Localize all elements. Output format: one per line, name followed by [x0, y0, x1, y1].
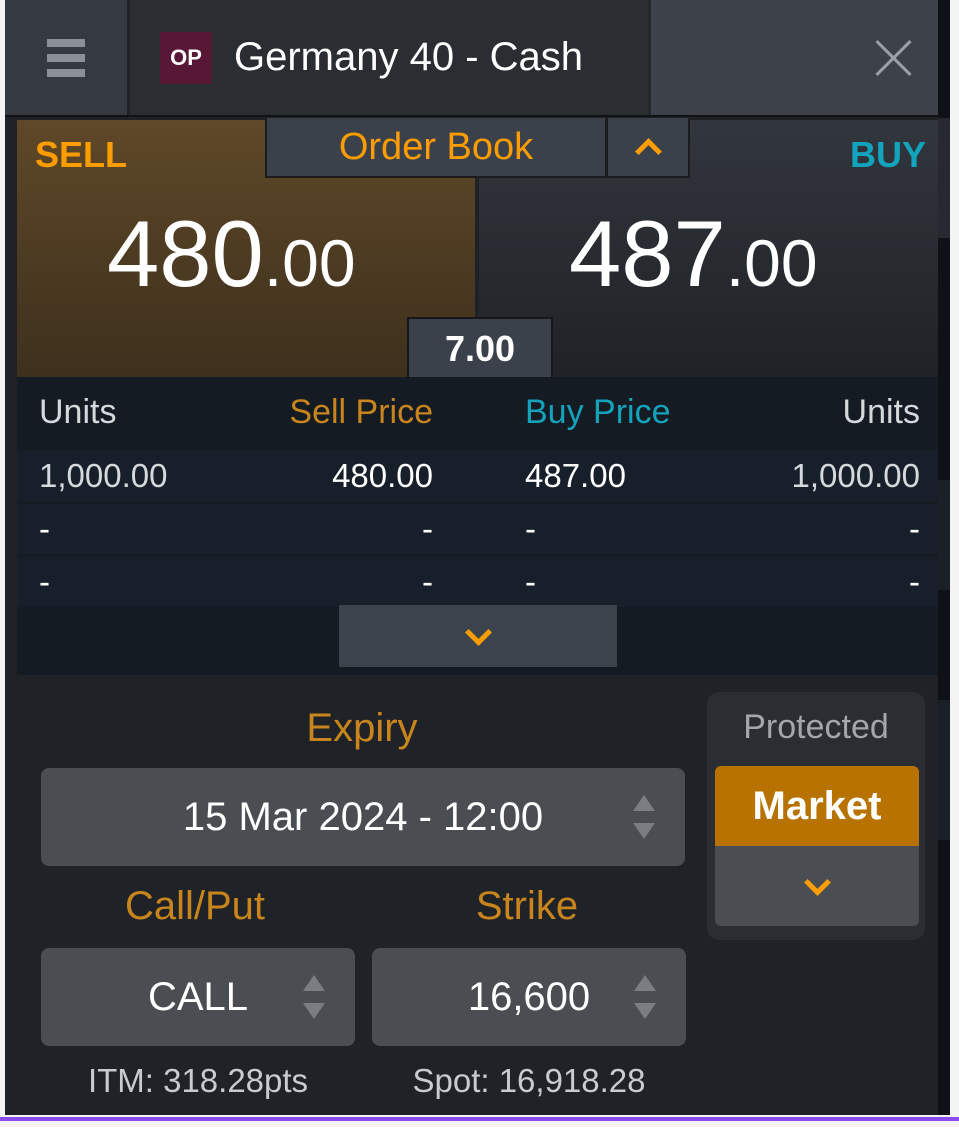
header-buy-units: Units: [842, 392, 920, 431]
arrow-up-icon[interactable]: [303, 975, 325, 991]
header-sell-price: Sell Price: [289, 392, 433, 431]
arrow-down-icon[interactable]: [633, 823, 655, 839]
header-right-area: [648, 0, 938, 115]
order-type-dropdown[interactable]: [715, 846, 919, 926]
instrument-title-tab: OP Germany 40 - Cash: [130, 0, 648, 115]
sell-price-cell: -: [422, 510, 433, 547]
buy-units-cell: -: [909, 563, 920, 600]
order-form: Expiry 15 Mar 2024 - 12:00 Call/Put Stri…: [17, 678, 938, 1115]
sell-label: SELL: [35, 134, 128, 175]
expiry-arrows[interactable]: [633, 795, 655, 839]
header-buy-price: Buy Price: [525, 392, 671, 431]
sell-price-cell: 480.00: [332, 457, 433, 494]
strike-value: 16,600: [467, 974, 591, 1019]
hamburger-menu-icon: [47, 38, 85, 77]
sell-units-cell: -: [39, 563, 50, 600]
table-row: - - - -: [17, 504, 938, 554]
table-row: - - - -: [17, 557, 938, 607]
market-order-button[interactable]: Market: [715, 766, 919, 846]
arrow-down-icon[interactable]: [634, 1003, 656, 1019]
order-book-expand-button[interactable]: [339, 605, 617, 667]
order-book-tab[interactable]: Order Book: [265, 118, 607, 178]
sell-price-integer: 480: [107, 201, 264, 306]
order-type-panel: Protected Market: [707, 692, 925, 940]
close-icon[interactable]: [873, 38, 913, 78]
protected-label: Protected: [743, 708, 889, 746]
bottom-accent-line: [0, 1117, 959, 1121]
order-book-collapse-button[interactable]: [606, 118, 690, 178]
table-row: 1,000.00 480.00 487.00 1,000.00: [17, 451, 938, 501]
expiry-value: 15 Mar 2024 - 12:00: [182, 794, 544, 839]
sell-price-cell: -: [422, 563, 433, 600]
sell-price-decimal: .00: [263, 226, 356, 300]
chevron-up-icon: [634, 137, 662, 165]
callput-stepper[interactable]: CALL: [41, 948, 355, 1046]
sell-units-cell: -: [39, 510, 50, 547]
arrow-down-icon[interactable]: [303, 1003, 325, 1019]
spot-info: Spot: 16,918.28: [412, 1062, 646, 1099]
itm-info: ITM: 318.28pts: [87, 1062, 309, 1099]
buy-price: 487.00: [569, 200, 818, 308]
background-window-edge: [938, 0, 950, 1115]
callput-value: CALL: [147, 974, 249, 1019]
buy-units-cell: 1,000.00: [791, 457, 920, 494]
callput-arrows[interactable]: [303, 975, 325, 1019]
arrow-up-icon[interactable]: [633, 795, 655, 811]
header-sell-units: Units: [39, 392, 117, 431]
expiry-label: Expiry: [306, 706, 418, 750]
strike-arrows[interactable]: [634, 975, 656, 1019]
buy-price-cell: -: [525, 510, 536, 547]
buy-units-cell: -: [909, 510, 920, 547]
expiry-stepper[interactable]: 15 Mar 2024 - 12:00: [41, 768, 685, 866]
buy-price-integer: 487: [569, 201, 726, 306]
menu-button[interactable]: [5, 0, 130, 115]
buy-price-decimal: .00: [725, 226, 818, 300]
spread-value: 7.00: [407, 317, 553, 379]
sell-units-cell: 1,000.00: [39, 457, 168, 494]
strike-label: Strike: [475, 884, 579, 928]
arrow-up-icon[interactable]: [634, 975, 656, 991]
deal-ticket-window: OP Germany 40 - Cash SELL 480.00 BUY 487…: [5, 0, 938, 1115]
buy-price-cell: 487.00: [525, 457, 626, 494]
sell-price: 480.00: [107, 200, 356, 308]
strike-stepper[interactable]: 16,600: [372, 948, 686, 1046]
ticket-header: OP Germany 40 - Cash: [5, 0, 938, 117]
instrument-title: Germany 40 - Cash: [234, 35, 584, 79]
order-book-header-row: Units Sell Price Buy Price Units: [17, 377, 938, 447]
order-book-table: Units Sell Price Buy Price Units 1,000.0…: [17, 377, 938, 675]
buy-price-cell: -: [525, 563, 536, 600]
callput-label: Call/Put: [124, 884, 266, 928]
instrument-type-badge: OP: [160, 31, 212, 84]
chevron-down-icon: [803, 868, 831, 896]
chevron-down-icon: [464, 618, 492, 646]
buy-label: BUY: [849, 134, 926, 175]
